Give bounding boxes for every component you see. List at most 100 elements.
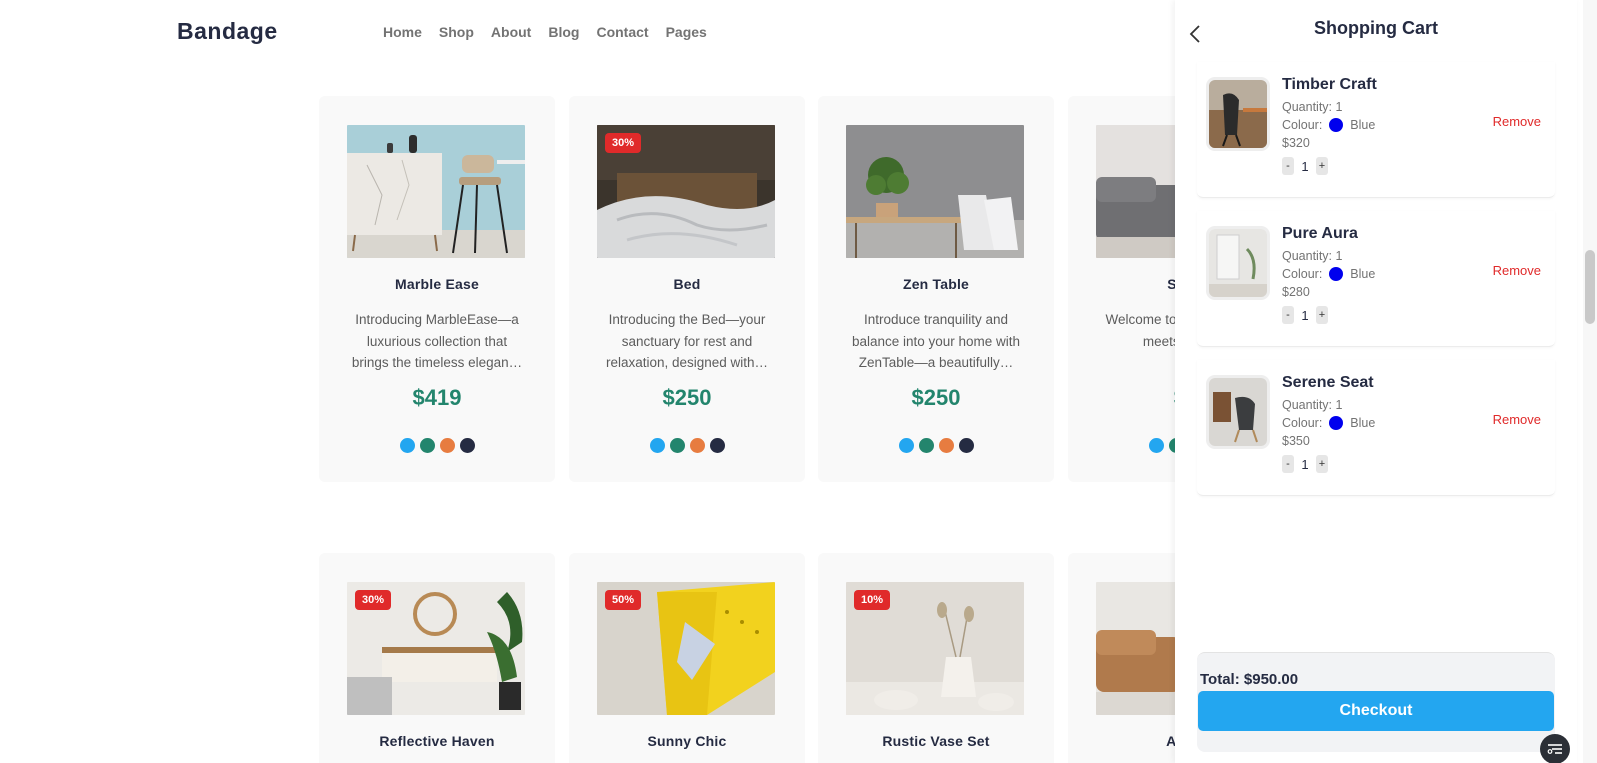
swatch-green[interactable] xyxy=(918,438,934,453)
product-title[interactable]: Bed xyxy=(569,276,805,292)
product-title[interactable]: Marble Ease xyxy=(319,276,555,292)
menu-fab-icon[interactable] xyxy=(1540,734,1570,763)
swatch-navy[interactable] xyxy=(459,438,475,453)
cart-title: Shopping Cart xyxy=(1314,18,1438,38)
quantity-stepper: - 1 + xyxy=(1282,455,1328,473)
colour-label: Colour: xyxy=(1282,267,1323,281)
cart-item-price: $350 xyxy=(1282,434,1310,448)
scrollbar-thumb[interactable] xyxy=(1585,250,1595,324)
increment-button[interactable]: + xyxy=(1316,157,1328,175)
swatch-green[interactable] xyxy=(669,438,685,453)
cart-item-name: Timber Craft xyxy=(1282,76,1377,93)
remove-button[interactable]: Remove xyxy=(1493,114,1541,129)
product-card[interactable]: 50% Sunny Chic xyxy=(569,553,805,763)
cart-item-name: Pure Aura xyxy=(1282,225,1358,242)
discount-badge: 30% xyxy=(355,590,392,610)
cart-item-quantity: Quantity: 1 xyxy=(1282,398,1343,412)
swatch-navy[interactable] xyxy=(958,438,974,453)
cart-item-colour: Colour: Blue xyxy=(1282,118,1375,132)
cart-item-image xyxy=(1209,80,1267,148)
checkout-button[interactable]: Checkout xyxy=(1198,691,1554,731)
cart-item-quantity: Quantity: 1 xyxy=(1282,249,1343,263)
main-nav: Home Shop About Blog Contact Pages xyxy=(383,24,724,40)
quantity-stepper: - 1 + xyxy=(1282,157,1328,175)
swatch-blue[interactable] xyxy=(1148,438,1164,453)
product-title[interactable]: Reflective Haven xyxy=(319,733,555,749)
cart-item-price: $320 xyxy=(1282,136,1310,150)
swatch-navy[interactable] xyxy=(709,438,725,453)
discount-badge: 30% xyxy=(605,133,642,153)
swatch-blue[interactable] xyxy=(649,438,665,453)
swatch-green[interactable] xyxy=(419,438,435,453)
cart-item-image xyxy=(1209,229,1267,297)
product-image[interactable] xyxy=(347,125,525,258)
color-swatches xyxy=(569,438,805,453)
product-description: Introducing MarbleEase—a luxurious colle… xyxy=(351,312,523,370)
nav-contact[interactable]: Contact xyxy=(596,24,648,40)
cart-summary: Total: $950.00 Checkout xyxy=(1197,652,1555,752)
increment-button[interactable]: + xyxy=(1316,455,1328,473)
product-card[interactable]: 10% Rustic Vase Set xyxy=(818,553,1054,763)
nav-home[interactable]: Home xyxy=(383,24,422,40)
quantity-value: 1 xyxy=(1301,307,1309,323)
colour-value: Blue xyxy=(1350,267,1376,281)
quantity-value: 1 xyxy=(1301,456,1309,472)
quantity-stepper: - 1 + xyxy=(1282,306,1328,324)
nav-about[interactable]: About xyxy=(491,24,531,40)
cart-item-image xyxy=(1209,378,1267,446)
cart-item-price: $280 xyxy=(1282,285,1310,299)
shopping-cart-drawer: Shopping Cart Timber Craft Quantity: 1 C… xyxy=(1175,0,1577,763)
nav-pages[interactable]: Pages xyxy=(666,24,707,40)
page: Bandage Home Shop About Blog Contact Pag… xyxy=(0,0,1597,763)
discount-badge: 50% xyxy=(605,590,642,610)
swatch-orange[interactable] xyxy=(439,438,455,453)
product-title[interactable]: Rustic Vase Set xyxy=(818,733,1054,749)
colour-label: Colour: xyxy=(1282,118,1323,132)
cart-item-colour: Colour: Blue xyxy=(1282,267,1375,281)
product-description: Introducing the Bed—your sanctuary for r… xyxy=(605,312,769,370)
swatch-blue[interactable] xyxy=(399,438,415,453)
product-price: $419 xyxy=(412,385,462,410)
cart-item: Timber Craft Quantity: 1 Colour: Blue $3… xyxy=(1197,62,1555,198)
swatch-orange[interactable] xyxy=(938,438,954,453)
cart-item-name: Serene Seat xyxy=(1282,374,1374,391)
product-image[interactable]: 30% xyxy=(597,125,775,258)
discount-badge: 10% xyxy=(854,590,891,610)
nav-shop[interactable]: Shop xyxy=(439,24,474,40)
decrement-button[interactable]: - xyxy=(1282,455,1294,473)
nav-blog[interactable]: Blog xyxy=(548,24,579,40)
product-card[interactable]: 30% Bed Introducing the Bed—your sanctua… xyxy=(569,96,805,482)
cart-item: Serene Seat Quantity: 1 Colour: Blue $35… xyxy=(1197,360,1555,496)
quantity-value: 1 xyxy=(1301,158,1309,174)
color-swatches xyxy=(818,438,1054,453)
product-card[interactable]: Zen Table Introduce tranquility and bala… xyxy=(818,96,1054,482)
cart-total: Total: $950.00 xyxy=(1200,671,1299,688)
decrement-button[interactable]: - xyxy=(1282,306,1294,324)
colour-value: Blue xyxy=(1350,416,1376,430)
decrement-button[interactable]: - xyxy=(1282,157,1294,175)
cart-item: Pure Aura Quantity: 1 Colour: Blue $280 … xyxy=(1197,211,1555,347)
colour-value: Blue xyxy=(1350,118,1376,132)
brand-logo[interactable]: Bandage xyxy=(177,18,278,45)
product-description: Introduce tranquility and balance into y… xyxy=(851,312,1021,370)
product-image[interactable] xyxy=(846,125,1024,258)
product-title[interactable]: Zen Table xyxy=(818,276,1054,292)
increment-button[interactable]: + xyxy=(1316,306,1328,324)
product-image[interactable]: 30% xyxy=(347,582,525,715)
page-scrollbar[interactable] xyxy=(1583,0,1597,763)
product-image[interactable]: 10% xyxy=(846,582,1024,715)
remove-button[interactable]: Remove xyxy=(1493,263,1541,278)
colour-label: Colour: xyxy=(1282,416,1323,430)
product-card[interactable]: Marble Ease Introducing MarbleEase—a lux… xyxy=(319,96,555,482)
color-swatches xyxy=(319,438,555,453)
swatch-blue[interactable] xyxy=(898,438,914,453)
product-price: $250 xyxy=(911,385,961,410)
colour-dot-icon xyxy=(1329,416,1344,430)
product-image[interactable]: 50% xyxy=(597,582,775,715)
product-title[interactable]: Sunny Chic xyxy=(569,733,805,749)
colour-dot-icon xyxy=(1329,267,1344,281)
swatch-orange[interactable] xyxy=(689,438,705,453)
remove-button[interactable]: Remove xyxy=(1493,412,1541,427)
product-card[interactable]: 30% Reflective Haven xyxy=(319,553,555,763)
colour-dot-icon xyxy=(1329,118,1344,132)
